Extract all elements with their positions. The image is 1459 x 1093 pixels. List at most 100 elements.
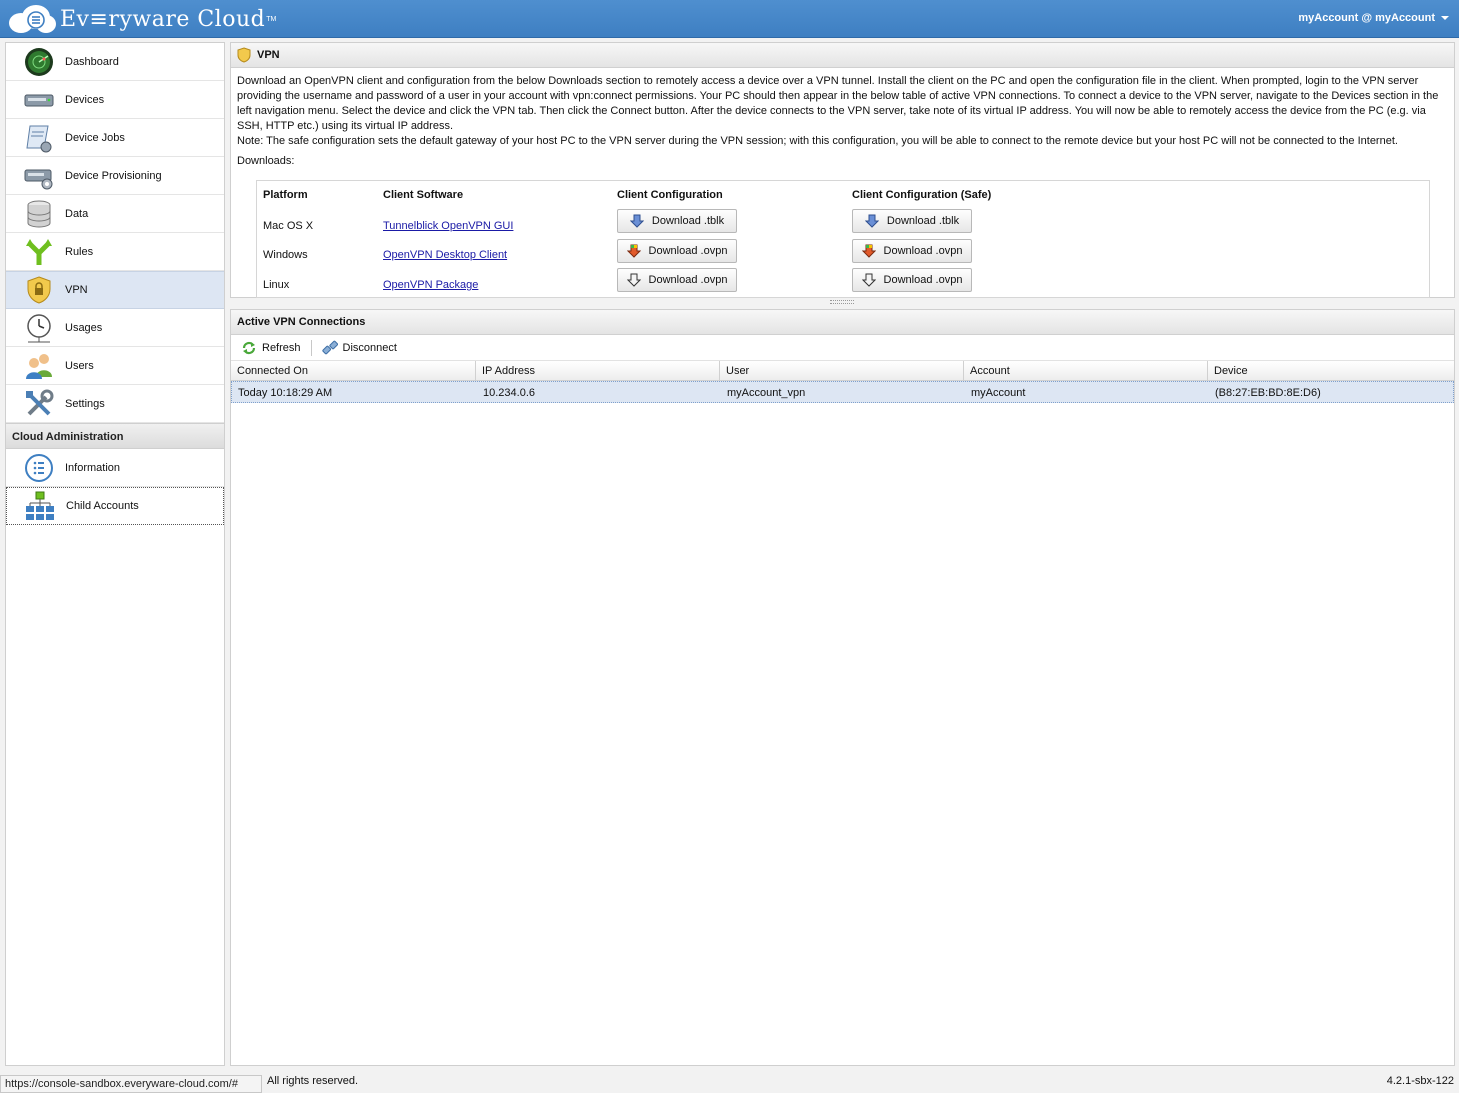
sidebar-item-vpn[interactable]: VPN [6,271,224,309]
download-safe-config-button[interactable]: Download .ovpn [852,239,972,263]
download-arrow-icon [864,214,879,228]
sidebar-item-information[interactable]: Information [6,449,224,487]
download-button-label: Download .ovpn [883,245,963,257]
vpn-panel: VPN Download an OpenVPN client and confi… [230,42,1455,298]
sidebar-item-usages[interactable]: Usages [6,309,224,347]
platform-label: Windows [263,249,308,261]
database-icon [24,199,54,229]
cloud-logo-icon [9,5,56,33]
column-header-user[interactable]: User [720,361,964,380]
active-connections-panel: Active VPN Connections Refresh Disconnec… [230,309,1455,1066]
everyware-cloud-logo[interactable]: Ev≡ryware Cloud TM [6,3,276,35]
sidebar-nav: Dashboard Devices Device Jobs Device Pro… [5,42,225,1066]
sidebar-item-devices[interactable]: Devices [6,81,224,119]
download-button-label: Download .ovpn [883,274,963,286]
rules-fork-icon [24,237,54,267]
download-arrow-icon [861,273,876,287]
sidebar-item-label: Settings [65,397,105,410]
active-connections-title: Active VPN Connections [237,316,366,328]
sidebar-item-label: Child Accounts [66,500,139,512]
cell-user: myAccount_vpn [727,387,806,399]
account-menu[interactable]: myAccount @ myAccount [1298,12,1449,24]
sidebar-item-data[interactable]: Data [6,195,224,233]
download-button-label: Download .ovpn [648,274,728,286]
platform-label: Linux [263,279,290,291]
cell-ip-address: 10.234.0.6 [483,387,535,399]
column-header-account[interactable]: Account [964,361,1208,380]
sidebar-item-child-accounts[interactable]: Child Accounts [6,487,224,525]
download-button-label: Download .tblk [886,215,960,227]
logo-trademark: TM [266,15,277,23]
column-header-connected-on[interactable]: Connected On [231,361,476,380]
connections-toolbar: Refresh Disconnect [231,335,1454,361]
download-safe-config-button[interactable]: Download .tblk [852,209,972,233]
sidebar-item-label: Device Provisioning [65,169,162,182]
disconnect-label: Disconnect [342,341,397,354]
sidebar-item-dashboard[interactable]: Dashboard [6,43,224,81]
client-software-link[interactable]: OpenVPN Desktop Client [383,249,507,261]
column-header: Client Configuration [617,189,723,201]
connections-grid-header: Connected On IP Address User Account Dev… [231,361,1454,381]
download-arrow-icon [861,244,876,258]
version-label: 4.2.1-sbx-122 [1386,1075,1454,1087]
download-arrow-icon [629,214,644,228]
vpn-shield-icon [237,47,251,63]
sidebar-item-users[interactable]: Users [6,347,224,385]
download-config-button[interactable]: Download .tblk [617,209,737,233]
sidebar-item-rules[interactable]: Rules [6,233,224,271]
download-arrow-icon [626,244,641,258]
table-row[interactable]: Today 10:18:29 AM 10.234.0.6 myAccount_v… [231,381,1454,403]
vpn-shield-icon [24,275,54,305]
column-header: Client Software [383,189,464,201]
column-header-ip-address[interactable]: IP Address [476,361,720,380]
copyright-text: All rights reserved. [267,1075,359,1087]
client-software-link[interactable]: Tunnelblick OpenVPN GUI [383,220,513,232]
cell-connected-on: Today 10:18:29 AM [238,387,333,399]
refresh-button[interactable]: Refresh [237,338,305,358]
top-header-bar: Ev≡ryware Cloud TM myAccount @ myAccount [0,0,1459,38]
download-config-button[interactable]: Download .ovpn [617,239,737,263]
column-header-device[interactable]: Device [1208,361,1452,380]
sidebar-item-label: Information [65,461,121,474]
download-arrow-icon [626,273,641,287]
usages-gauge-icon [24,313,54,343]
cell-account: myAccount [971,387,1026,399]
downloads-table: Platform Client Software Client Configur… [256,180,1430,298]
sidebar-item-label: Usages [65,321,103,334]
sidebar-item-label: Devices [65,93,105,106]
downloads-label: Downloads: [237,155,295,167]
sidebar-item-label: Users [65,359,94,372]
account-label: myAccount @ myAccount [1298,12,1435,24]
client-software-link[interactable]: OpenVPN Package [383,279,478,291]
sidebar-item-label: Dashboard [65,55,119,68]
device-icon [24,85,54,115]
users-icon [24,351,54,381]
vpn-description: Download an OpenVPN client and configura… [237,75,1439,132]
information-icon [24,453,54,483]
toolbar-separator [310,339,312,356]
sidebar-item-device-jobs[interactable]: Device Jobs [6,119,224,157]
download-safe-config-button[interactable]: Download .ovpn [852,268,972,292]
sidebar-item-settings[interactable]: Settings [6,385,224,423]
device-provisioning-icon [24,161,54,191]
disconnect-plug-icon [321,340,338,354]
sidebar-item-device-provisioning[interactable]: Device Provisioning [6,157,224,195]
panel-resize-handle[interactable] [830,300,854,304]
downloads-header-row: Platform Client Software Client Configur… [257,189,1429,211]
active-connections-header: Active VPN Connections [231,310,1454,335]
settings-tools-icon [24,389,54,419]
download-button-label: Download .ovpn [648,245,728,257]
dashboard-radar-icon [24,47,54,77]
sidebar-item-label: VPN [65,284,88,296]
platform-label: Mac OS X [263,220,314,232]
vpn-note: Note: The safe configuration sets the de… [237,135,1398,147]
sidebar-section-title: Cloud Administration [6,423,224,449]
chevron-down-icon [1441,16,1449,20]
status-url: https://console-sandbox.everyware-cloud.… [0,1075,262,1093]
logo-text: Ev≡ryware Cloud [60,6,266,32]
disconnect-button[interactable]: Disconnect [318,338,401,358]
download-config-button[interactable]: Download .ovpn [617,268,737,292]
device-jobs-icon [24,123,54,153]
vpn-panel-header: VPN [231,43,1454,68]
refresh-label: Refresh [262,341,301,354]
